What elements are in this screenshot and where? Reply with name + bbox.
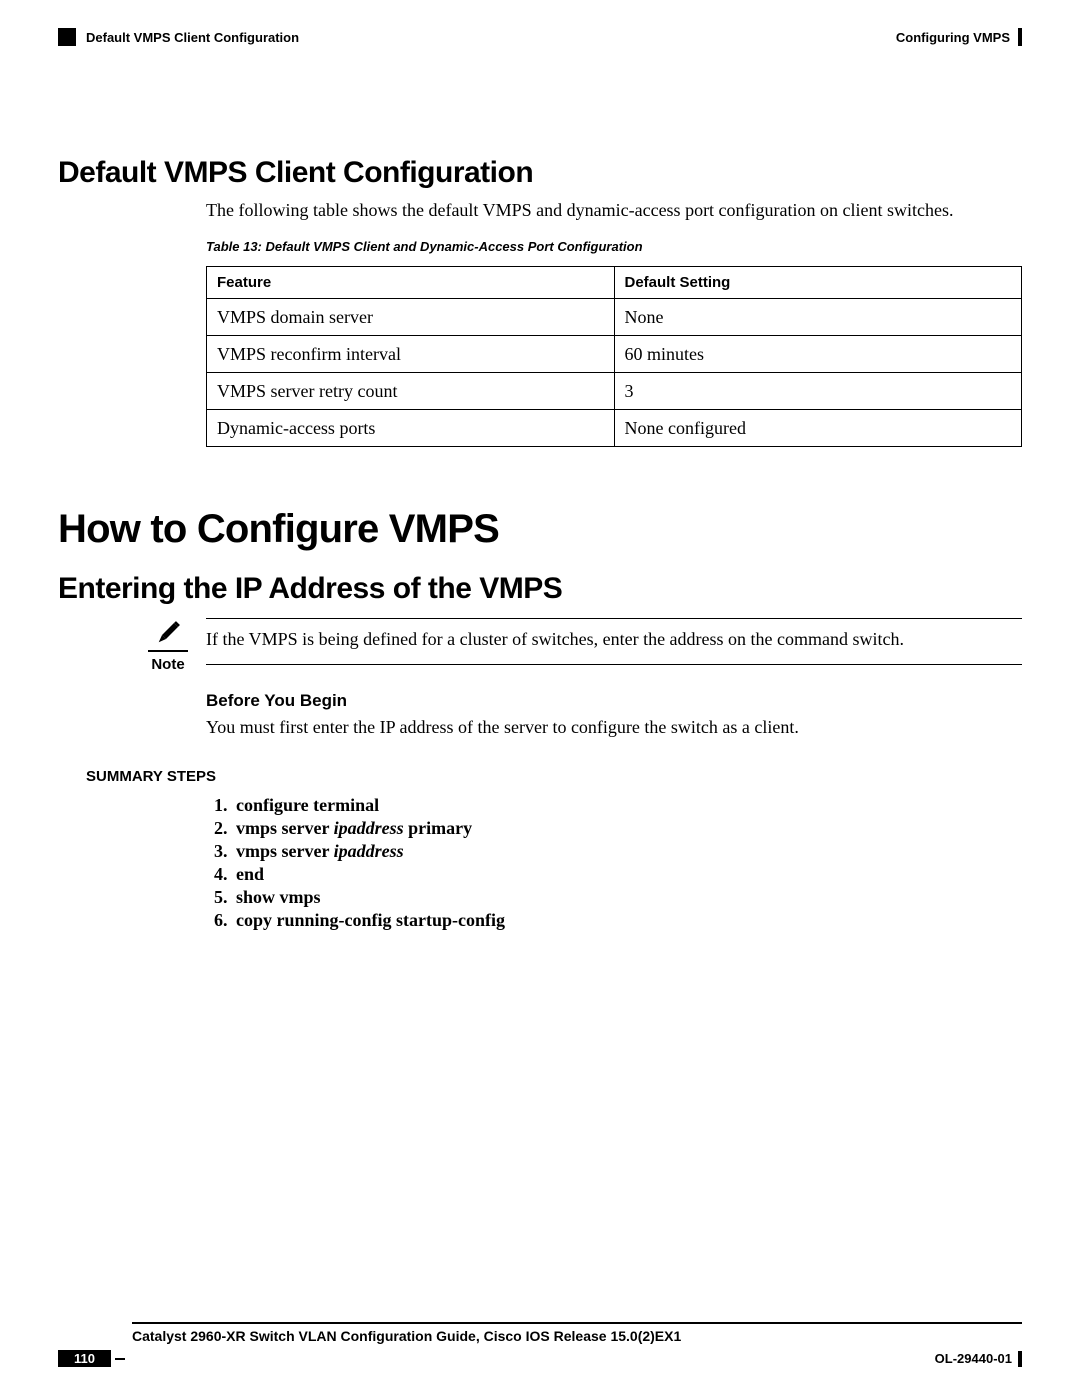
- footer-title-row: Catalyst 2960-XR Switch VLAN Configurati…: [58, 1328, 1022, 1344]
- doc-id-wrap: OL-29440-01: [935, 1351, 1022, 1367]
- header-chapter-label: Configuring VMPS: [896, 30, 1010, 45]
- section-title-how-to: How to Configure VMPS: [58, 507, 1022, 552]
- cell-feature: VMPS server retry count: [207, 373, 615, 410]
- header-section-label: Default VMPS Client Configuration: [86, 30, 299, 45]
- cell-value: 60 minutes: [614, 336, 1022, 373]
- footer-short-bar-icon: [115, 1358, 125, 1360]
- cell-value: 3: [614, 373, 1022, 410]
- note-icon-underline: [148, 650, 188, 652]
- running-header: Default VMPS Client Configuration Config…: [58, 28, 1022, 46]
- note-top-rule: [206, 618, 1022, 619]
- before-you-begin-block: Before You Begin You must first enter th…: [206, 691, 1022, 738]
- list-item: copy running-config startup-config: [232, 910, 1022, 931]
- table-header-row: Feature Default Setting: [207, 267, 1022, 299]
- cell-value: None: [614, 299, 1022, 336]
- note-icon-column: Note: [146, 618, 190, 673]
- summary-steps-list: configure terminal vmps server ipaddress…: [206, 795, 1022, 931]
- th-feature: Feature: [207, 267, 615, 299]
- list-item: configure terminal: [232, 795, 1022, 816]
- note-text-column: If the VMPS is being defined for a clust…: [206, 618, 1022, 665]
- page-footer: Catalyst 2960-XR Switch VLAN Configurati…: [58, 1322, 1022, 1367]
- section1-body: The following table shows the default VM…: [206, 200, 1022, 447]
- section1-intro: The following table shows the default VM…: [206, 200, 1022, 221]
- section-title-default-config: Default VMPS Client Configuration: [58, 156, 1022, 190]
- steps-block: configure terminal vmps server ipaddress…: [206, 795, 1022, 931]
- footer-vbar-icon: [1018, 1351, 1022, 1367]
- footer-book-title: Catalyst 2960-XR Switch VLAN Configurati…: [132, 1328, 681, 1344]
- table-row: Dynamic-access ports None configured: [207, 410, 1022, 447]
- note-text: If the VMPS is being defined for a clust…: [206, 629, 1022, 650]
- note-bottom-rule: [206, 664, 1022, 665]
- th-default: Default Setting: [614, 267, 1022, 299]
- cell-value: None configured: [614, 410, 1022, 447]
- table-row: VMPS domain server None: [207, 299, 1022, 336]
- cell-feature: Dynamic-access ports: [207, 410, 615, 447]
- before-you-begin-text: You must first enter the IP address of t…: [206, 717, 1022, 738]
- header-block-icon: [58, 28, 76, 46]
- doc-id: OL-29440-01: [935, 1351, 1012, 1366]
- note-block: Note If the VMPS is being defined for a …: [146, 618, 1022, 673]
- header-left: Default VMPS Client Configuration: [58, 28, 299, 46]
- before-you-begin-label: Before You Begin: [206, 691, 1022, 711]
- list-item: end: [232, 864, 1022, 885]
- footer-rule: [132, 1322, 1022, 1324]
- cell-feature: VMPS reconfirm interval: [207, 336, 615, 373]
- page: Default VMPS Client Configuration Config…: [0, 0, 1080, 1397]
- table-caption: Table 13: Default VMPS Client and Dynami…: [206, 239, 1022, 254]
- cell-feature: VMPS domain server: [207, 299, 615, 336]
- note-pencil-icon: [153, 618, 183, 648]
- list-item: vmps server ipaddress primary: [232, 818, 1022, 839]
- section-subtitle-entering-ip: Entering the IP Address of the VMPS: [58, 572, 1022, 606]
- footer-bottom-row: 110 OL-29440-01: [58, 1350, 1022, 1367]
- feature-table: Feature Default Setting VMPS domain serv…: [206, 266, 1022, 447]
- table-row: VMPS server retry count 3: [207, 373, 1022, 410]
- page-number: 110: [58, 1350, 111, 1367]
- list-item: show vmps: [232, 887, 1022, 908]
- list-item: vmps server ipaddress: [232, 841, 1022, 862]
- table-row: VMPS reconfirm interval 60 minutes: [207, 336, 1022, 373]
- summary-steps-label: SUMMARY STEPS: [86, 768, 1022, 785]
- header-bar-icon: [1018, 28, 1022, 46]
- header-right: Configuring VMPS: [896, 28, 1022, 46]
- note-label: Note: [151, 656, 184, 673]
